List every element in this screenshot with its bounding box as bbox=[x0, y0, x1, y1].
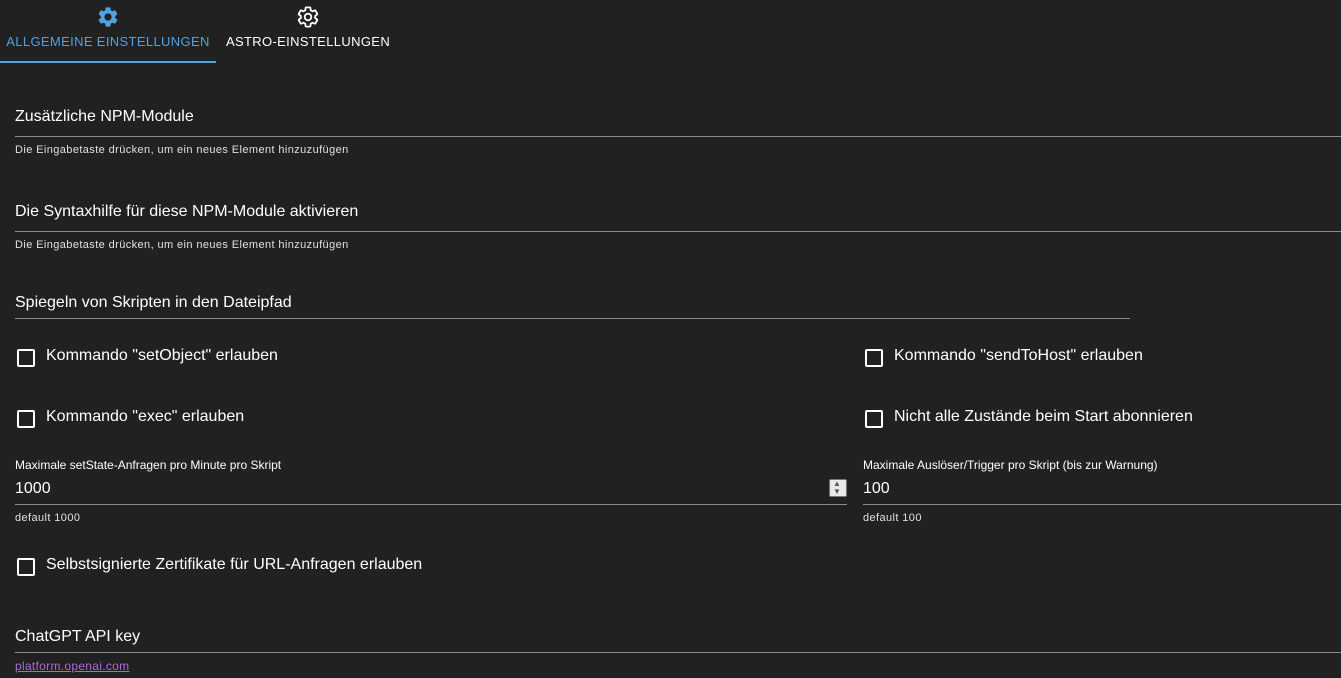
mirror-path-underline bbox=[15, 318, 1130, 319]
max-setstate-spinner[interactable]: ▲ ▼ bbox=[829, 479, 847, 497]
mirror-path-label: Spiegeln von Skripten in den Dateipfad bbox=[15, 294, 292, 311]
npm-modules-helper: Die Eingabetaste drücken, um ein neues E… bbox=[15, 144, 349, 156]
allow-exec-checkbox[interactable]: Kommando "exec" erlauben bbox=[15, 407, 335, 431]
allow-sendtohost-box[interactable] bbox=[865, 349, 883, 367]
chatgpt-api-key-underline bbox=[15, 652, 1341, 653]
npm-modules-field[interactable]: Zusätzliche NPM-Module bbox=[15, 108, 1341, 138]
allow-sendtohost-checkbox[interactable]: Kommando "sendToHost" erlauben bbox=[863, 346, 1183, 370]
max-triggers-value: 100 bbox=[863, 480, 890, 497]
no-subscribe-all-checkbox[interactable]: Nicht alle Zustände beim Start abonniere… bbox=[863, 407, 1243, 431]
syntax-help-field[interactable]: Die Syntaxhilfe für diese NPM-Module akt… bbox=[15, 203, 1341, 233]
mirror-path-field[interactable]: Spiegeln von Skripten in den Dateipfad bbox=[15, 294, 1130, 320]
npm-modules-underline bbox=[15, 136, 1341, 137]
active-tab-indicator bbox=[0, 61, 216, 63]
max-triggers-input[interactable]: 100 bbox=[863, 478, 1341, 506]
openai-platform-link[interactable]: platform.openai.com bbox=[15, 659, 129, 673]
tab-astro-settings[interactable]: ASTRO-EINSTELLUNGEN bbox=[216, 0, 400, 62]
no-subscribe-all-box[interactable] bbox=[865, 410, 883, 428]
syntax-help-underline bbox=[15, 231, 1341, 232]
gear-icon bbox=[98, 7, 118, 27]
max-setstate-label: Maximale setState-Anfragen pro Minute pr… bbox=[15, 458, 282, 472]
syntax-help-label: Die Syntaxhilfe für diese NPM-Module akt… bbox=[15, 203, 359, 220]
allow-sendtohost-label: Kommando "sendToHost" erlauben bbox=[894, 347, 1143, 364]
tab-general-settings-label: ALLGEMEINE EINSTELLUNGEN bbox=[6, 34, 210, 49]
chatgpt-api-key-field[interactable]: ChatGPT API key bbox=[15, 628, 1341, 654]
allow-exec-label: Kommando "exec" erlauben bbox=[46, 408, 245, 425]
allow-setobject-label: Kommando "setObject" erlauben bbox=[46, 347, 278, 364]
allow-self-signed-label: Selbstsignierte Zertifikate für URL-Anfr… bbox=[46, 556, 423, 573]
max-triggers-underline bbox=[863, 504, 1341, 505]
allow-setobject-checkbox[interactable]: Kommando "setObject" erlauben bbox=[15, 346, 335, 370]
chatgpt-api-key-label: ChatGPT API key bbox=[15, 628, 141, 645]
npm-modules-label: Zusätzliche NPM-Module bbox=[15, 108, 194, 125]
max-setstate-value: 1000 bbox=[15, 480, 51, 497]
syntax-help-helper: Die Eingabetaste drücken, um ein neues E… bbox=[15, 239, 349, 251]
max-setstate-input[interactable]: 1000 ▲ ▼ bbox=[15, 478, 847, 506]
tab-general-settings[interactable]: ALLGEMEINE EINSTELLUNGEN bbox=[0, 0, 216, 62]
max-setstate-underline bbox=[15, 504, 847, 505]
max-setstate-helper: default 1000 bbox=[15, 512, 81, 524]
tab-astro-settings-label: ASTRO-EINSTELLUNGEN bbox=[225, 34, 391, 49]
max-triggers-helper: default 100 bbox=[863, 512, 922, 524]
tab-bar: ALLGEMEINE EINSTELLUNGEN ASTRO-EINSTELLU… bbox=[0, 0, 400, 63]
no-subscribe-all-label: Nicht alle Zustände beim Start abonniere… bbox=[894, 408, 1193, 425]
allow-exec-box[interactable] bbox=[17, 410, 35, 428]
allow-self-signed-checkbox[interactable]: Selbstsignierte Zertifikate für URL-Anfr… bbox=[15, 555, 475, 579]
max-triggers-label: Maximale Auslöser/Trigger pro Skript (bi… bbox=[863, 458, 1158, 472]
gear-outline-icon bbox=[297, 6, 319, 28]
allow-self-signed-box[interactable] bbox=[17, 558, 35, 576]
allow-setobject-box[interactable] bbox=[17, 349, 35, 367]
